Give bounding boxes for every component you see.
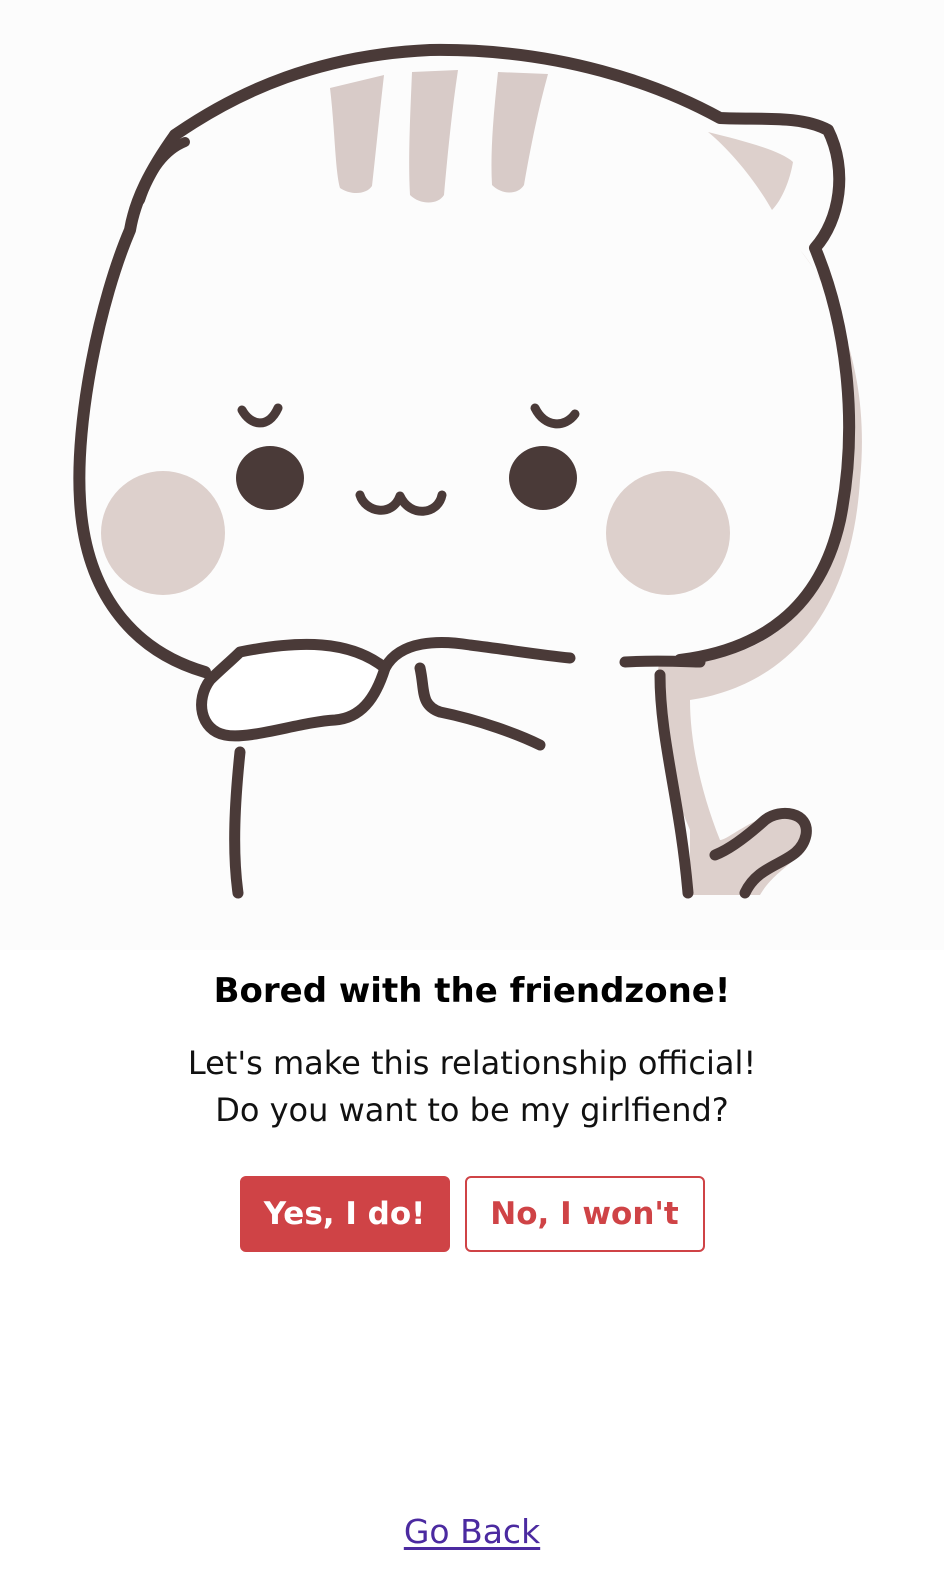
left-eye [236,446,304,510]
right-brow [530,403,580,429]
page-title: Bored with the friendzone! [213,971,731,1011]
right-eye [509,446,577,510]
head-outline-left [73,129,211,678]
answer-buttons: Yes, I do! No, I won't [0,1176,944,1252]
mouth [355,490,447,516]
head-stripe [330,75,384,194]
yes-button[interactable]: Yes, I do! [239,1176,450,1252]
left-blush [101,471,225,595]
arm-line [619,655,706,668]
go-back-container: Go Back [0,1512,944,1552]
left-paw [196,638,391,742]
body-left [229,746,246,899]
cat-illustration [73,43,862,899]
proposal-message: Let's make this relationship official! D… [0,1040,944,1134]
head-stripe [491,72,548,193]
hero-image [0,0,944,950]
message-line-1: Let's make this relationship official! [187,1044,757,1082]
message-line-2: Do you want to be my girlfiend? [215,1091,729,1129]
go-back-link[interactable]: Go Back [404,1512,540,1551]
right-paw [379,636,576,751]
ear-inner [708,132,793,210]
left-brow [237,403,283,428]
no-button[interactable]: No, I won't [464,1176,705,1252]
head-stripe [409,70,458,203]
right-blush [606,471,730,595]
